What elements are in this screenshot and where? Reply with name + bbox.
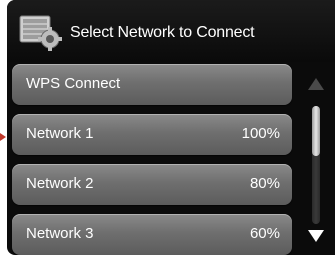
arrow-up-icon[interactable] [308, 78, 324, 90]
list-item-label: Network 2 [26, 175, 94, 192]
network-settings-icon [19, 15, 62, 51]
network-item-2[interactable]: Network 2 80% [12, 164, 292, 205]
network-list: WPS Connect Network 1 100% Network 2 80%… [7, 62, 295, 255]
page-title: Select Network to Connect [70, 24, 255, 41]
scroll-track[interactable] [312, 106, 320, 224]
list-item-label: Network 1 [26, 125, 94, 142]
list-item-label: WPS Connect [26, 75, 121, 92]
signal-strength: 100% [241, 125, 280, 142]
screen: Select Network to Connect WPS Connect Ne… [7, 0, 335, 255]
title-bar: Select Network to Connect [7, 0, 335, 62]
scroll-thumb[interactable] [312, 106, 320, 156]
signal-strength: 60% [249, 225, 280, 242]
arrow-down-icon[interactable] [308, 230, 324, 242]
wps-connect-button[interactable]: WPS Connect [12, 64, 292, 105]
network-item-3[interactable]: Network 3 60% [12, 214, 292, 255]
list-item-label: Network 3 [26, 225, 94, 242]
scrollbar[interactable] [299, 62, 333, 255]
network-item-1[interactable]: Network 1 100% [12, 114, 292, 155]
signal-strength: 80% [249, 175, 280, 192]
callout-pointer-icon [0, 133, 6, 141]
